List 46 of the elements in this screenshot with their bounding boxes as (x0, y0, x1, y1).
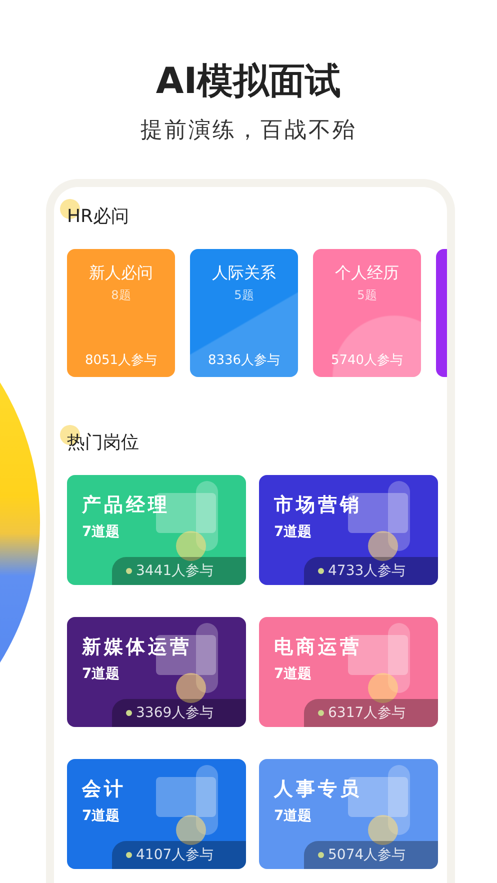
job-card[interactable]: 会计 7道题 4107人参与 (67, 759, 246, 869)
topic-card[interactable]: 新人必问 8题 8051人参与 (67, 249, 175, 377)
card-title: 新媒体运营 (82, 635, 193, 659)
status-dot (318, 852, 324, 858)
participant-count: 4107人参与 (136, 846, 214, 864)
section-title: 热门岗位 (67, 431, 139, 454)
status-dot (318, 568, 324, 574)
card-title: 个人经历 (334, 263, 400, 283)
job-card[interactable]: 电商运营 7道题 6317人参与 (259, 617, 438, 727)
card-title: 人际关系 (211, 263, 277, 283)
question-count: 7道题 (82, 665, 121, 683)
card-title: 产品经理 (82, 493, 171, 517)
job-card[interactable]: 人事专员 7道题 5074人参与 (259, 759, 438, 869)
participant-count: 3369人参与 (136, 704, 214, 722)
question-count: 5题 (233, 287, 255, 304)
question-count: 7道题 (82, 523, 121, 541)
status-dot (126, 852, 132, 858)
card-title: 会计 (82, 777, 127, 801)
status-dot (126, 710, 132, 716)
status-dot (318, 710, 324, 716)
card-title: 新人必问 (88, 263, 154, 283)
question-count: 7道题 (274, 665, 313, 683)
participant-count: 6317人参与 (328, 704, 406, 722)
participant-count: 5074人参与 (328, 846, 406, 864)
card-title: 市场营销 (274, 493, 363, 517)
topic-card[interactable]: 人际关系 5题 8336人参与 (190, 249, 298, 377)
card-title: 人事专员 (274, 777, 363, 801)
participant-count: 5740人参与 (330, 352, 404, 369)
question-count: 7道题 (274, 523, 313, 541)
card-title: 电商运营 (274, 635, 363, 659)
participant-count: 8051人参与 (84, 352, 158, 369)
topic-card[interactable]: 个人经历 5题 5740人参与 (313, 249, 421, 377)
job-card[interactable]: 市场营销 7道题 4733人参与 (259, 475, 438, 585)
question-count: 8题 (110, 287, 132, 304)
section-title: HR必问 (67, 205, 130, 228)
question-count: 7道题 (274, 807, 313, 825)
participant-count: 8336人参与 (206, 352, 282, 369)
job-card[interactable]: 产品经理 7道题 3441人参与 (67, 475, 246, 585)
question-count: 7道题 (82, 807, 121, 825)
participant-count: 4733人参与 (328, 562, 406, 580)
status-dot (126, 568, 132, 574)
job-card[interactable]: 新媒体运营 7道题 3369人参与 (67, 617, 246, 727)
page-subtitle: 提前演练，百战不殆 (140, 117, 358, 145)
participant-count: 3441人参与 (136, 562, 214, 580)
question-count: 5题 (356, 287, 378, 304)
page-title: AI模拟面试 (154, 60, 342, 104)
